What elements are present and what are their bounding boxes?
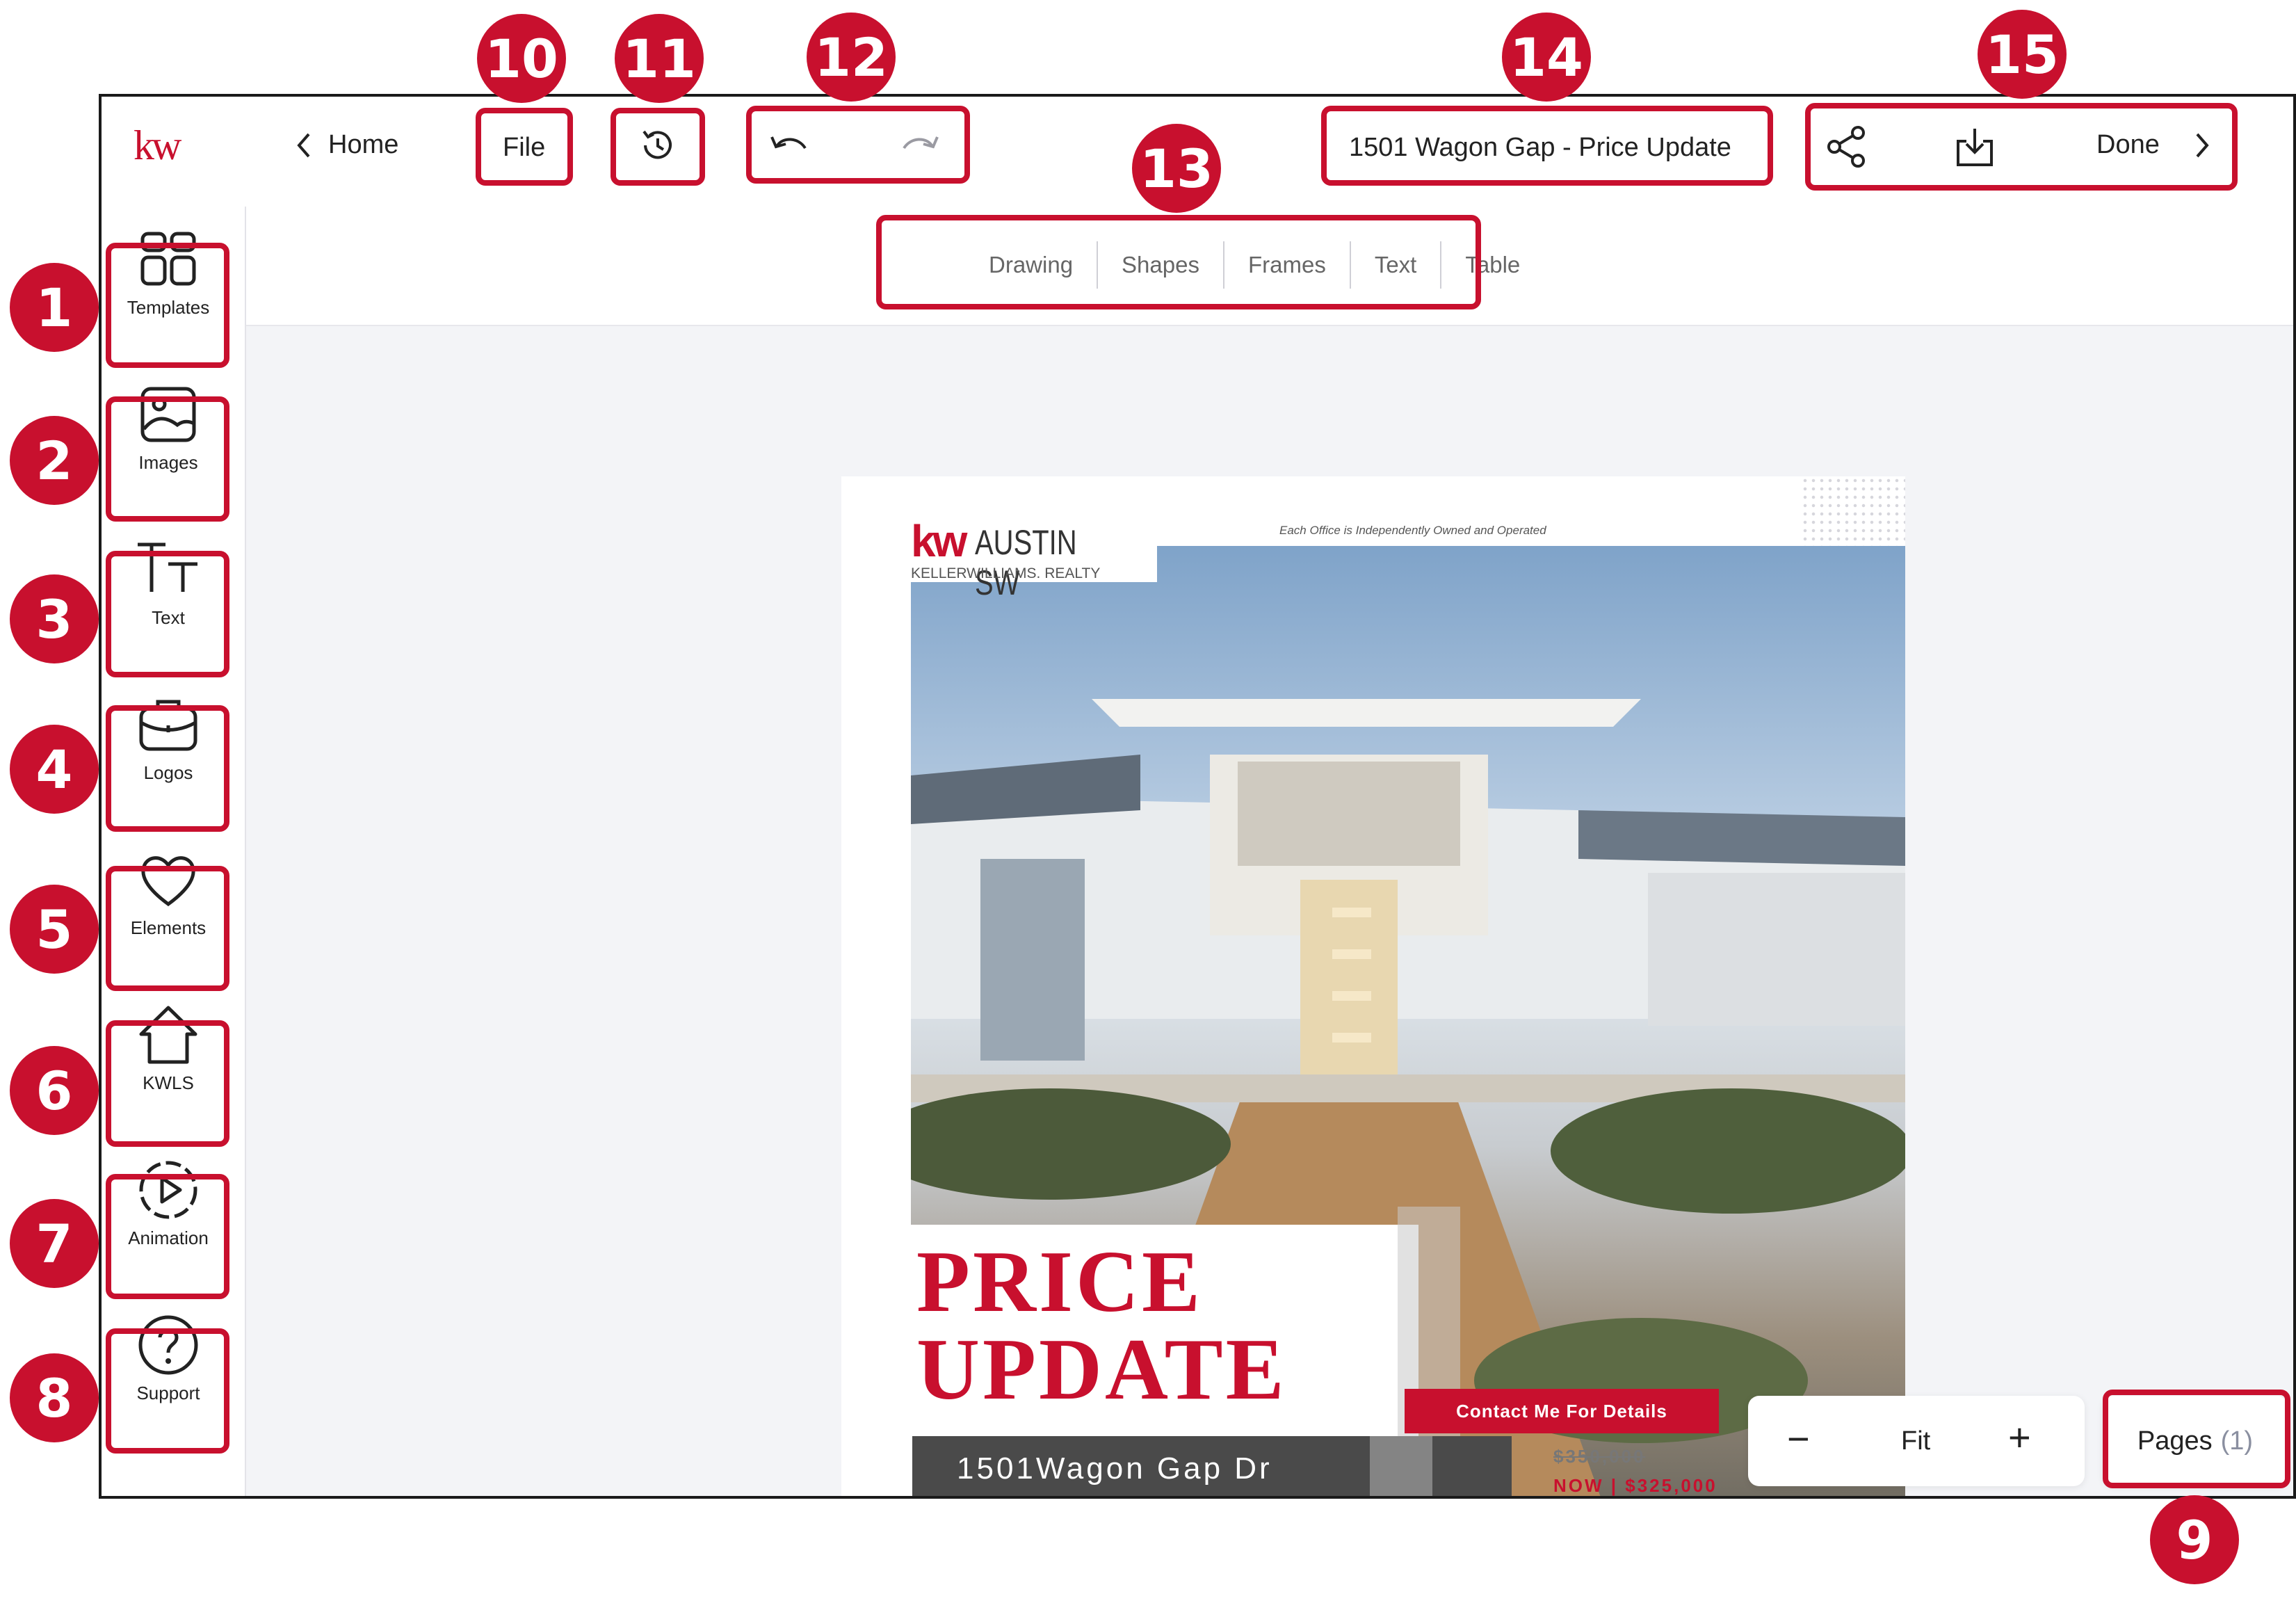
annotation-badge: 10 xyxy=(477,14,566,103)
brand-block[interactable]: kw AUSTIN SW KELLERWILLIAMS. REALTY xyxy=(911,513,1157,602)
annotation-badge: 3 xyxy=(10,574,99,663)
annotation-badge: 13 xyxy=(1132,124,1221,213)
kw-logo[interactable]: kw xyxy=(134,122,181,170)
annotation-badge: 15 xyxy=(1978,10,2067,99)
annotation-badge: 2 xyxy=(10,416,99,505)
zoom-out-button[interactable]: − xyxy=(1787,1419,1810,1458)
annotation-badge: 4 xyxy=(10,725,99,814)
highlight-history xyxy=(611,108,705,186)
zoom-in-button[interactable]: + xyxy=(2008,1418,2031,1457)
highlight-insert-tabs xyxy=(876,215,1481,309)
highlight-share-download-done xyxy=(1805,103,2238,191)
highlight-pages xyxy=(2103,1390,2290,1488)
highlight-templates xyxy=(106,243,229,368)
headline-price[interactable]: PRICE xyxy=(916,1239,1203,1326)
highlight-animation xyxy=(106,1174,229,1299)
annotation-badge: 1 xyxy=(10,263,99,352)
overlay-strip xyxy=(1370,1436,1432,1496)
annotation-badge: 12 xyxy=(807,13,896,102)
highlight-undo-redo xyxy=(746,106,970,184)
highlight-elements xyxy=(106,866,229,991)
highlight-file xyxy=(476,108,573,186)
home-link[interactable]: Home xyxy=(295,130,398,160)
home-label: Home xyxy=(328,130,399,159)
annotation-badge: 7 xyxy=(10,1199,99,1288)
zoom-controls: − Fit + xyxy=(1748,1396,2085,1486)
new-price[interactable]: NOW | $325,000 xyxy=(1553,1475,1717,1496)
contact-cta[interactable]: Contact Me For Details xyxy=(1405,1389,1719,1433)
highlight-support xyxy=(106,1328,229,1454)
annotation-badge: 5 xyxy=(10,885,99,974)
old-price[interactable]: $350,000 xyxy=(1553,1446,1645,1467)
highlight-title xyxy=(1321,106,1773,186)
headline-update[interactable]: UPDATE xyxy=(916,1326,1287,1414)
highlight-kwls xyxy=(106,1020,229,1147)
annotation-badge: 14 xyxy=(1502,13,1591,102)
zoom-fit-button[interactable]: Fit xyxy=(1901,1426,1930,1456)
highlight-logos xyxy=(106,705,229,832)
annotation-badge: 6 xyxy=(10,1046,99,1135)
brand-sub: KELLERWILLIAMS. REALTY xyxy=(911,565,1101,581)
annotation-badge: 8 xyxy=(10,1353,99,1442)
chevron-left-icon xyxy=(297,133,310,157)
highlight-images xyxy=(106,396,229,522)
design-canvas[interactable]: Each Office is Independently Owned and O… xyxy=(841,476,1905,1496)
brand-office: AUSTIN SW xyxy=(975,523,1077,602)
annotation-badge: 9 xyxy=(2150,1495,2239,1584)
disclaimer-text: Each Office is Independently Owned and O… xyxy=(1279,524,1546,537)
address-text: 1501Wagon Gap Dr xyxy=(957,1451,1272,1486)
brand-kw: kw xyxy=(911,516,967,566)
annotation-badge: 11 xyxy=(615,14,704,103)
highlight-text xyxy=(106,551,229,677)
